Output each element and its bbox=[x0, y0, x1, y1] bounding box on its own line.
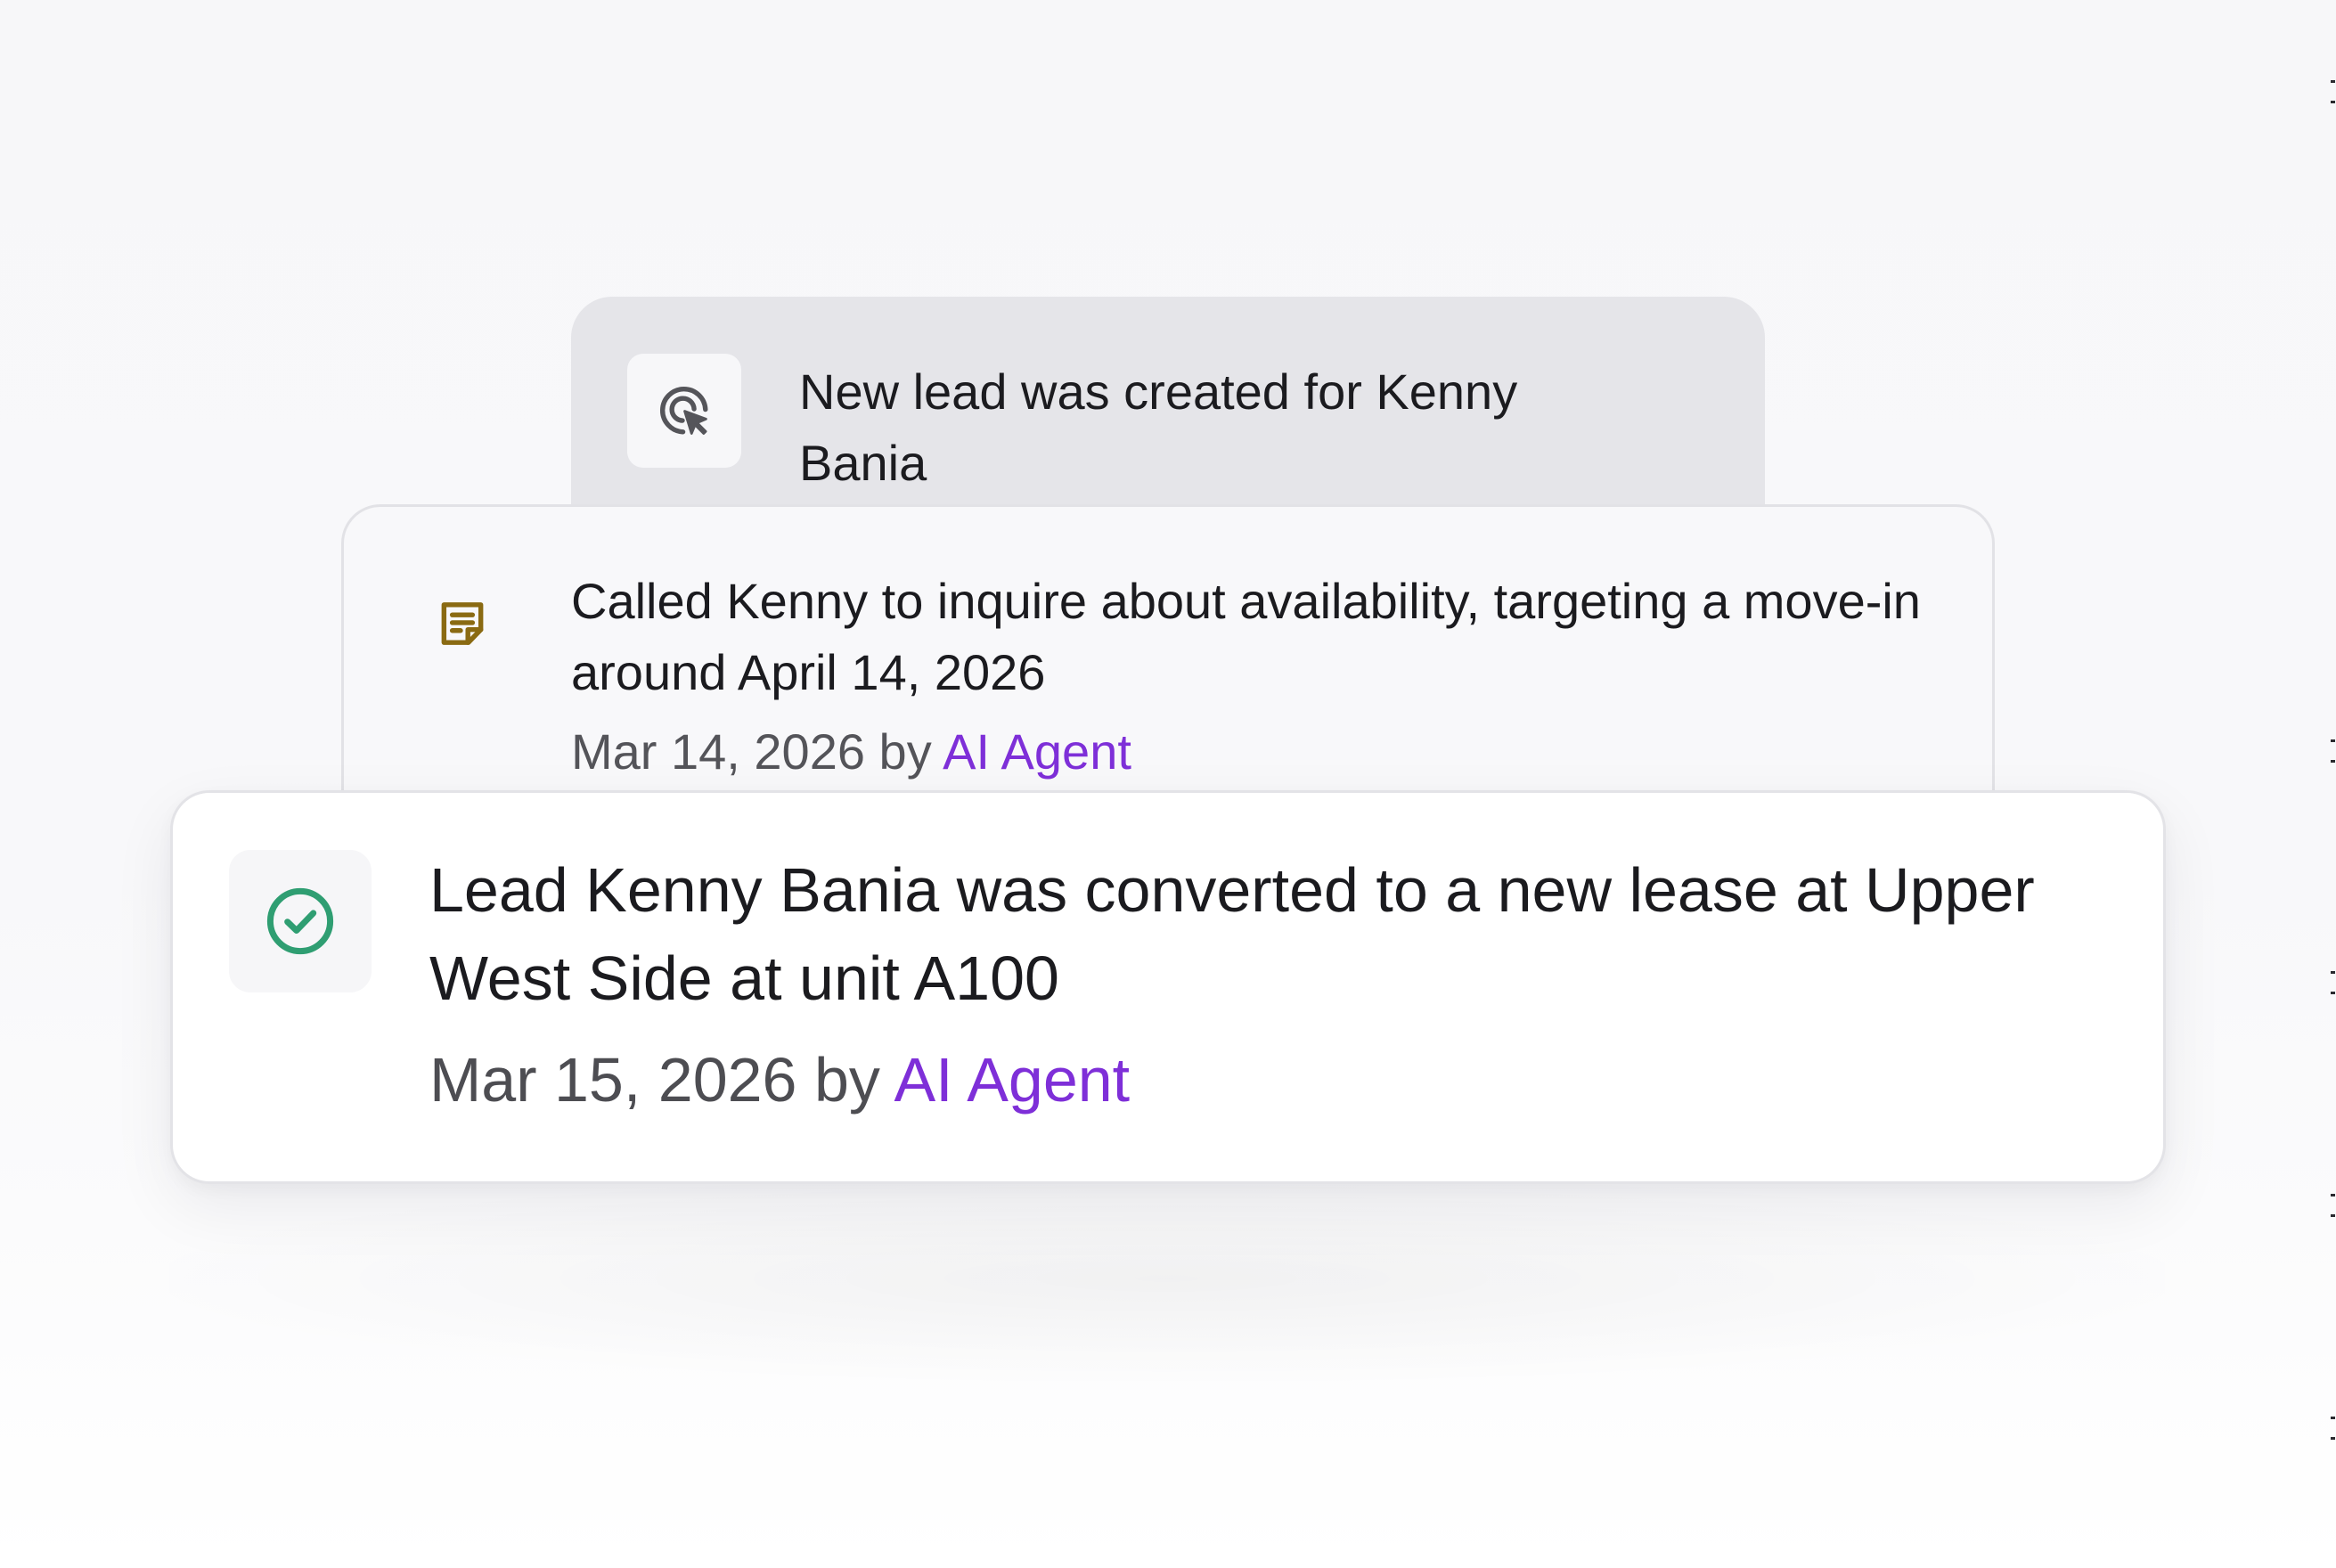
note-icon-box bbox=[421, 583, 503, 665]
right-edge-marks bbox=[2327, 0, 2336, 1568]
timeline-item-lease-converted: Lead Kenny Bania was converted to a new … bbox=[170, 790, 2166, 1184]
lead-created-icon-box bbox=[627, 354, 741, 468]
edge-mark bbox=[2331, 80, 2335, 103]
timeline-item-call-note: Called Kenny to inquire about availabili… bbox=[341, 504, 1995, 825]
edge-mark bbox=[2331, 1417, 2335, 1440]
cursor-target-icon bbox=[659, 386, 708, 435]
lead-created-text: New lead was created for Kenny Bania bbox=[799, 363, 1518, 491]
card-stack-shadow bbox=[169, 1176, 2165, 1381]
lease-converted-by: by bbox=[813, 1045, 880, 1115]
call-note-by: by bbox=[878, 723, 932, 780]
edge-mark bbox=[2331, 739, 2335, 763]
call-note-meta: Mar 14, 2026 by AI Agent bbox=[571, 721, 1131, 783]
call-note-author-link[interactable]: AI Agent bbox=[943, 723, 1131, 780]
lease-converted-date: Mar 15, 2026 bbox=[429, 1045, 797, 1115]
check-circle-icon bbox=[266, 887, 334, 955]
lease-converted-icon-box bbox=[229, 850, 372, 992]
edge-mark bbox=[2331, 971, 2335, 994]
edge-mark bbox=[2331, 1194, 2335, 1217]
note-icon bbox=[441, 602, 484, 645]
lease-converted-text: Lead Kenny Bania was converted to a new … bbox=[429, 855, 2035, 1013]
call-note-text: Called Kenny to inquire about availabili… bbox=[571, 573, 1921, 700]
timeline-item-lead-created: New lead was created for Kenny Bania bbox=[571, 297, 1765, 537]
call-note-date: Mar 14, 2026 bbox=[571, 723, 865, 780]
lease-converted-meta: Mar 15, 2026 by AI Agent bbox=[429, 1040, 1130, 1120]
lease-converted-author-link[interactable]: AI Agent bbox=[894, 1045, 1130, 1115]
